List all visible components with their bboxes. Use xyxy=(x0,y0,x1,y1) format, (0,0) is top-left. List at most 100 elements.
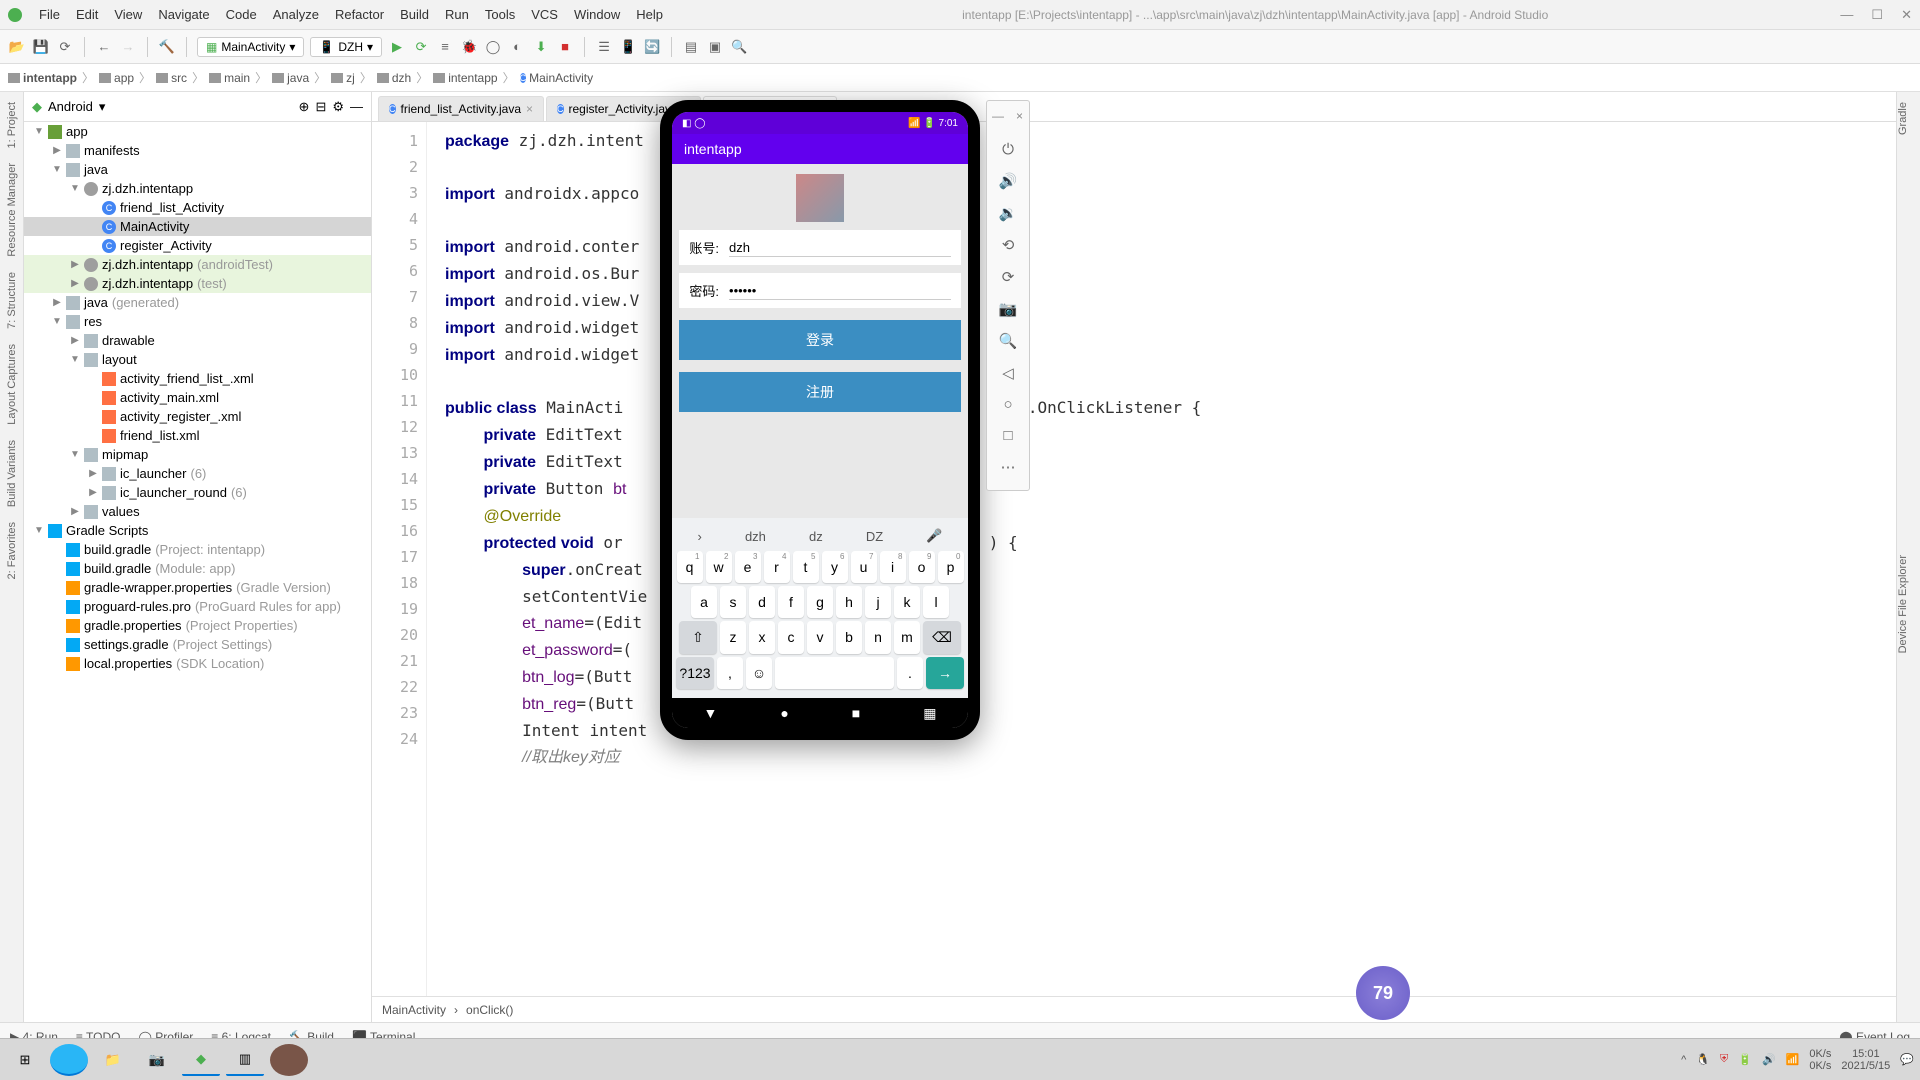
key-h[interactable]: h xyxy=(836,586,862,618)
overview-icon[interactable]: □ xyxy=(1003,427,1012,444)
tree-item[interactable]: build.gradle (Project: intentapp) xyxy=(24,540,371,559)
key-j[interactable]: j xyxy=(865,586,891,618)
device-combo[interactable]: 📱DZH▾ xyxy=(310,37,382,57)
zoom-icon[interactable]: 🔍 xyxy=(999,332,1018,350)
tree-item[interactable]: ▼mipmap xyxy=(24,445,371,464)
menu-help[interactable]: Help xyxy=(629,4,670,25)
sug-2[interactable]: dz xyxy=(809,529,823,544)
project-tree[interactable]: ▼app▶manifests▼java▼zj.dzh.intentappCfri… xyxy=(24,122,371,1022)
taskbar-explorer[interactable]: 📁 xyxy=(94,1044,132,1076)
rail-resource-mgr[interactable]: Resource Manager xyxy=(6,163,18,257)
tree-item[interactable]: gradle.properties (Project Properties) xyxy=(24,616,371,635)
key-d[interactable]: d xyxy=(749,586,775,618)
register-button[interactable]: 注册 xyxy=(679,372,960,412)
attach-icon[interactable]: ⬇ xyxy=(532,38,550,56)
back-icon[interactable]: ◁ xyxy=(1002,364,1014,382)
tree-item[interactable]: build.gradle (Module: app) xyxy=(24,559,371,578)
tree-item[interactable]: CMainActivity xyxy=(24,217,371,236)
period-key[interactable]: . xyxy=(897,657,923,689)
em-close-icon[interactable]: × xyxy=(1016,109,1023,123)
tree-item[interactable]: ▼zj.dzh.intentapp xyxy=(24,179,371,198)
tree-item[interactable]: activity_register_.xml xyxy=(24,407,371,426)
taskbar-emulator[interactable]: ▥ xyxy=(226,1044,264,1076)
crumb-method[interactable]: onClick() xyxy=(466,1003,513,1017)
emoji-key[interactable]: ☺ xyxy=(746,657,772,689)
settings-icon[interactable]: ⚙ xyxy=(332,99,344,115)
nav-recents-icon[interactable]: ■ xyxy=(852,705,860,721)
key-o[interactable]: o9 xyxy=(909,551,935,583)
comma-key[interactable]: , xyxy=(717,657,743,689)
backspace-key[interactable]: ⌫ xyxy=(923,621,961,654)
key-t[interactable]: t5 xyxy=(793,551,819,583)
emulator-window[interactable]: ◧ ◯ 📶 🔋 7:01 intentapp 账号: 密码: 登录 注册 › d… xyxy=(660,100,980,740)
menu-tools[interactable]: Tools xyxy=(478,4,522,25)
run-config-combo[interactable]: ▦MainActivity▾ xyxy=(197,37,304,57)
chevron-down-icon[interactable]: ▾ xyxy=(99,99,106,115)
tree-item[interactable]: settings.gradle (Project Settings) xyxy=(24,635,371,654)
apply-changes-icon[interactable]: ⟳ xyxy=(412,38,430,56)
sug-1[interactable]: dzh xyxy=(745,529,766,544)
taskbar-app-1[interactable] xyxy=(50,1044,88,1076)
em-minimize-icon[interactable]: — xyxy=(992,109,1004,123)
key-n[interactable]: n xyxy=(865,621,891,654)
bc-root[interactable]: intentapp xyxy=(8,71,77,85)
key-w[interactable]: w2 xyxy=(706,551,732,583)
menu-edit[interactable]: Edit xyxy=(69,4,105,25)
menu-view[interactable]: View xyxy=(107,4,149,25)
nav-keyboard-icon[interactable]: ▦ xyxy=(923,705,936,722)
sync-gradle-icon[interactable]: 🔄 xyxy=(643,38,661,56)
tree-item[interactable]: Cfriend_list_Activity xyxy=(24,198,371,217)
volume-down-icon[interactable]: 🔉 xyxy=(999,204,1018,222)
rail-structure[interactable]: 7: Structure xyxy=(6,272,18,329)
camera-icon[interactable]: 📷 xyxy=(999,300,1018,318)
tree-item[interactable]: ▶manifests xyxy=(24,141,371,160)
back-icon[interactable]: ← xyxy=(95,38,113,56)
tree-item[interactable]: ▶zj.dzh.intentapp (test) xyxy=(24,274,371,293)
tree-item[interactable]: ▼app xyxy=(24,122,371,141)
account-input[interactable] xyxy=(729,238,951,257)
tray-wifi-icon[interactable]: 📶 xyxy=(1786,1053,1800,1066)
floating-badge[interactable]: 79 xyxy=(1356,966,1410,1020)
key-f[interactable]: f xyxy=(778,586,804,618)
key-m[interactable]: m xyxy=(894,621,920,654)
key-g[interactable]: g xyxy=(807,586,833,618)
key-c[interactable]: c xyxy=(778,621,804,654)
rail-device-explorer[interactable]: Device File Explorer xyxy=(1897,555,1909,653)
bc-java[interactable]: java xyxy=(272,71,309,85)
profile-icon[interactable]: ◯ xyxy=(484,38,502,56)
rail-build-variants[interactable]: Build Variants xyxy=(6,440,18,507)
start-button[interactable]: ⊞ xyxy=(6,1044,44,1076)
maximize-icon[interactable]: ☐ xyxy=(1871,7,1883,23)
menu-vcs[interactable]: VCS xyxy=(524,4,565,25)
taskbar-android-studio[interactable]: ◆ xyxy=(182,1044,220,1076)
key-p[interactable]: p0 xyxy=(938,551,964,583)
tray-chevron-icon[interactable]: ^ xyxy=(1681,1054,1686,1066)
tree-item[interactable]: activity_main.xml xyxy=(24,388,371,407)
search-icon[interactable]: 🔍 xyxy=(730,38,748,56)
avatar[interactable] xyxy=(796,174,844,222)
menu-refactor[interactable]: Refactor xyxy=(328,4,391,25)
bc-src[interactable]: src xyxy=(156,71,187,85)
bc-main[interactable]: main xyxy=(209,71,250,85)
key-u[interactable]: u7 xyxy=(851,551,877,583)
rotate-left-icon[interactable]: ⟲ xyxy=(1002,236,1015,254)
debug-icon[interactable]: 🐞 xyxy=(460,38,478,56)
symbols-key[interactable]: ?123 xyxy=(676,657,714,689)
rail-favorites[interactable]: 2: Favorites xyxy=(6,522,18,579)
key-e[interactable]: e3 xyxy=(735,551,761,583)
tab-friend-list[interactable]: Cfriend_list_Activity.java× xyxy=(378,96,544,121)
kbd-expand-icon[interactable]: › xyxy=(698,529,702,544)
tree-item[interactable]: Cregister_Activity xyxy=(24,236,371,255)
layout-icon[interactable]: ▣ xyxy=(706,38,724,56)
rail-project[interactable]: 1: Project xyxy=(6,102,18,148)
menu-analyze[interactable]: Analyze xyxy=(266,4,326,25)
forward-icon[interactable]: → xyxy=(119,38,137,56)
key-x[interactable]: x xyxy=(749,621,775,654)
more-icon[interactable]: ⋯ xyxy=(1001,458,1016,476)
structure-icon[interactable]: ▤ xyxy=(682,38,700,56)
taskbar-app-2[interactable] xyxy=(270,1044,308,1076)
nav-home-icon[interactable]: ● xyxy=(780,705,788,721)
bc-app[interactable]: app xyxy=(99,71,134,85)
tray-notifications-icon[interactable]: 💬 xyxy=(1900,1053,1914,1066)
close-icon[interactable]: × xyxy=(526,102,533,116)
